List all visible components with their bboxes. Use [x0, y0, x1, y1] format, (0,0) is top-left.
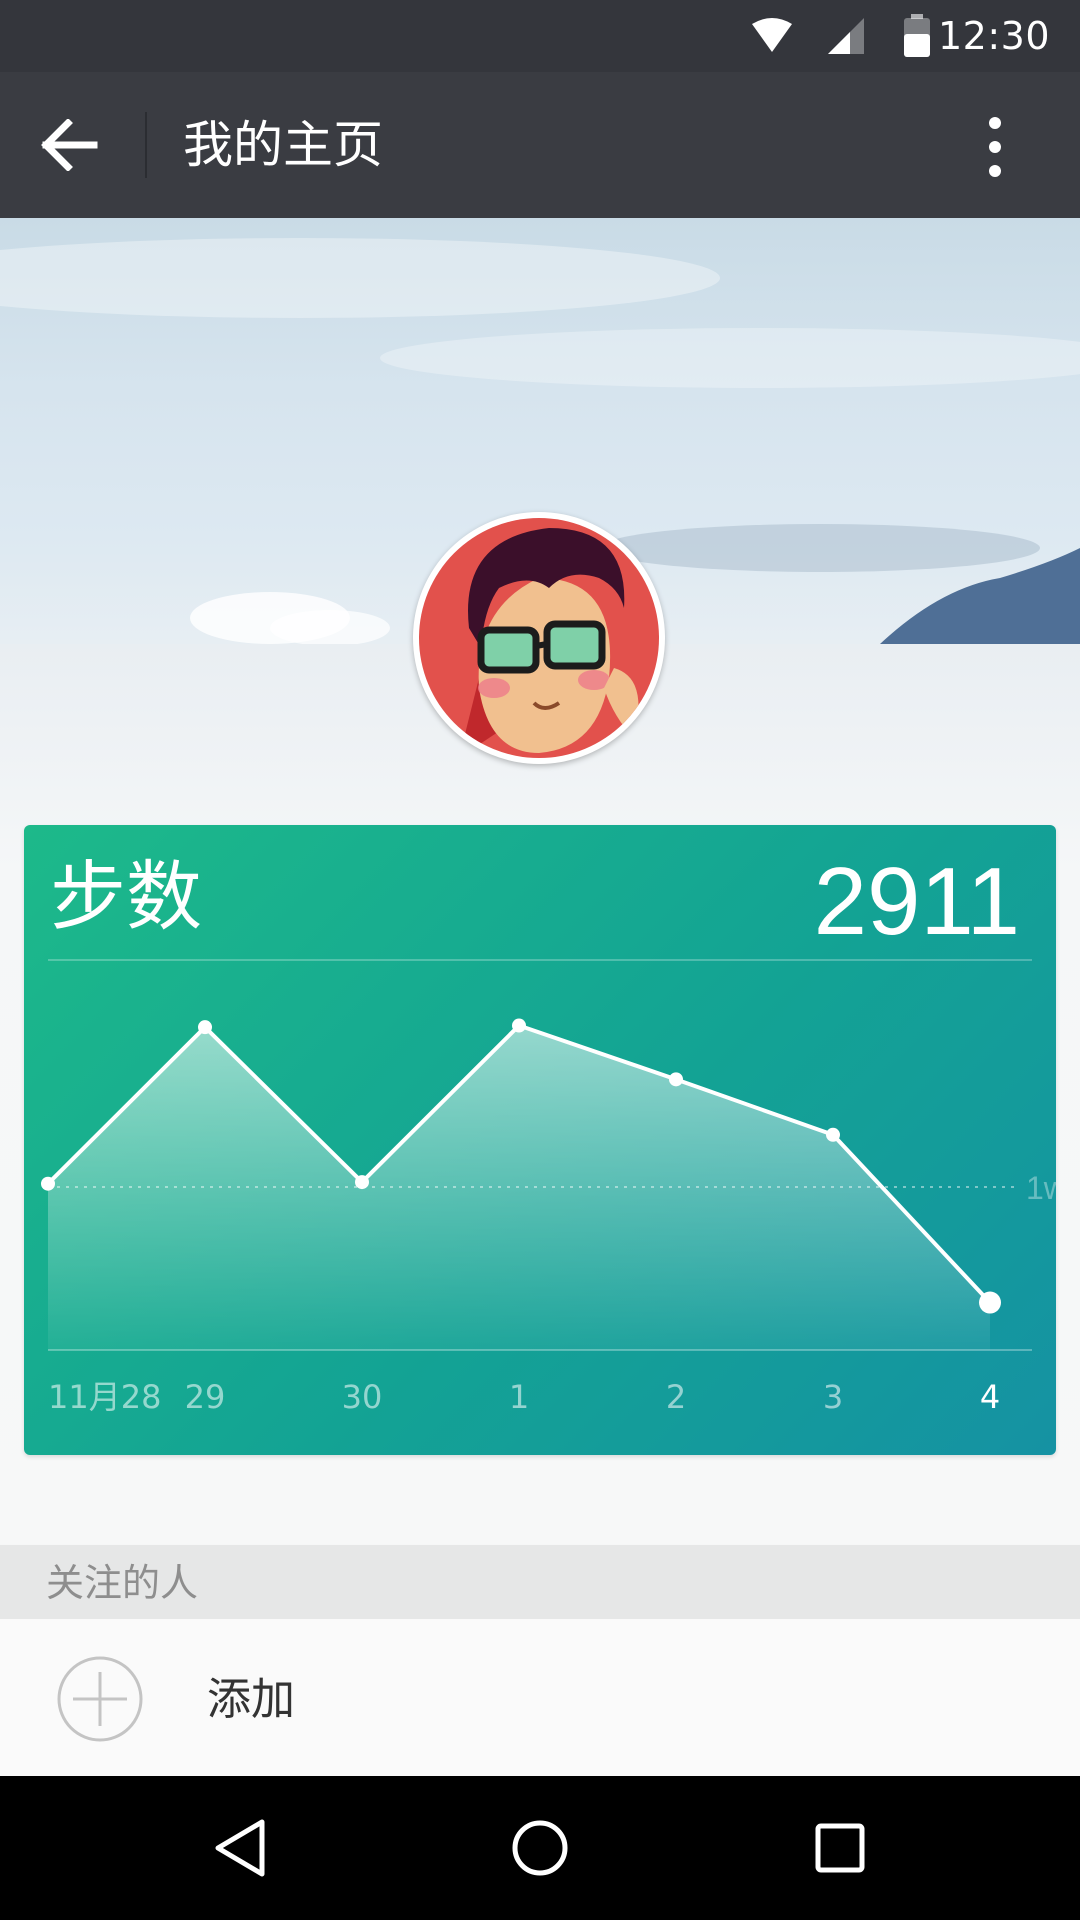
data-point: [198, 1020, 212, 1035]
triangle-back-icon[interactable]: [212, 1818, 268, 1878]
clock: 12:30: [937, 14, 1050, 58]
signal-icon: [828, 18, 864, 54]
reference-line-label: 1w: [1026, 1170, 1056, 1206]
data-point: [669, 1072, 683, 1087]
wifi-icon: [752, 18, 792, 52]
x-tick-label: 29: [185, 1378, 226, 1416]
back-arrow-icon[interactable]: [40, 119, 100, 171]
steps-chart: 1w 11月28 29 30 1 2 3 4: [41, 1018, 1056, 1416]
page-title: 我的主页: [183, 116, 383, 174]
add-label: 添加: [207, 1674, 295, 1725]
battery-icon: [904, 14, 930, 57]
x-tick-label: 1: [509, 1378, 529, 1416]
following-section-header: 关注的人: [0, 1545, 1080, 1619]
x-tick-label: 11月28: [48, 1378, 161, 1416]
avatar-cartoon-icon: [419, 518, 659, 758]
data-point: [512, 1018, 526, 1033]
x-tick-label: 4: [980, 1378, 1000, 1416]
x-tick-label: 30: [342, 1378, 383, 1416]
app-bar-divider: [145, 112, 147, 178]
app-bar: 我的主页: [0, 72, 1080, 218]
status-bar: 12:30: [0, 0, 1080, 72]
data-point: [979, 1291, 1001, 1314]
plus-circle-icon: [57, 1656, 143, 1742]
steps-card[interactable]: 步数 2911 1w 11月28 29 30 1 2 3 4: [24, 825, 1056, 1455]
circle-home-icon[interactable]: [510, 1818, 570, 1878]
avatar[interactable]: [413, 512, 665, 764]
more-vertical-icon[interactable]: [975, 115, 1015, 179]
square-recents-icon[interactable]: [814, 1818, 866, 1878]
data-point: [826, 1127, 840, 1142]
following-section-title: 关注的人: [46, 1561, 199, 1605]
data-point: [41, 1176, 55, 1191]
system-nav-bar: [0, 1776, 1080, 1920]
add-following-button[interactable]: 添加: [0, 1619, 1080, 1776]
x-tick-label: 3: [823, 1378, 843, 1416]
data-point: [355, 1175, 369, 1190]
x-tick-label: 2: [666, 1378, 686, 1416]
